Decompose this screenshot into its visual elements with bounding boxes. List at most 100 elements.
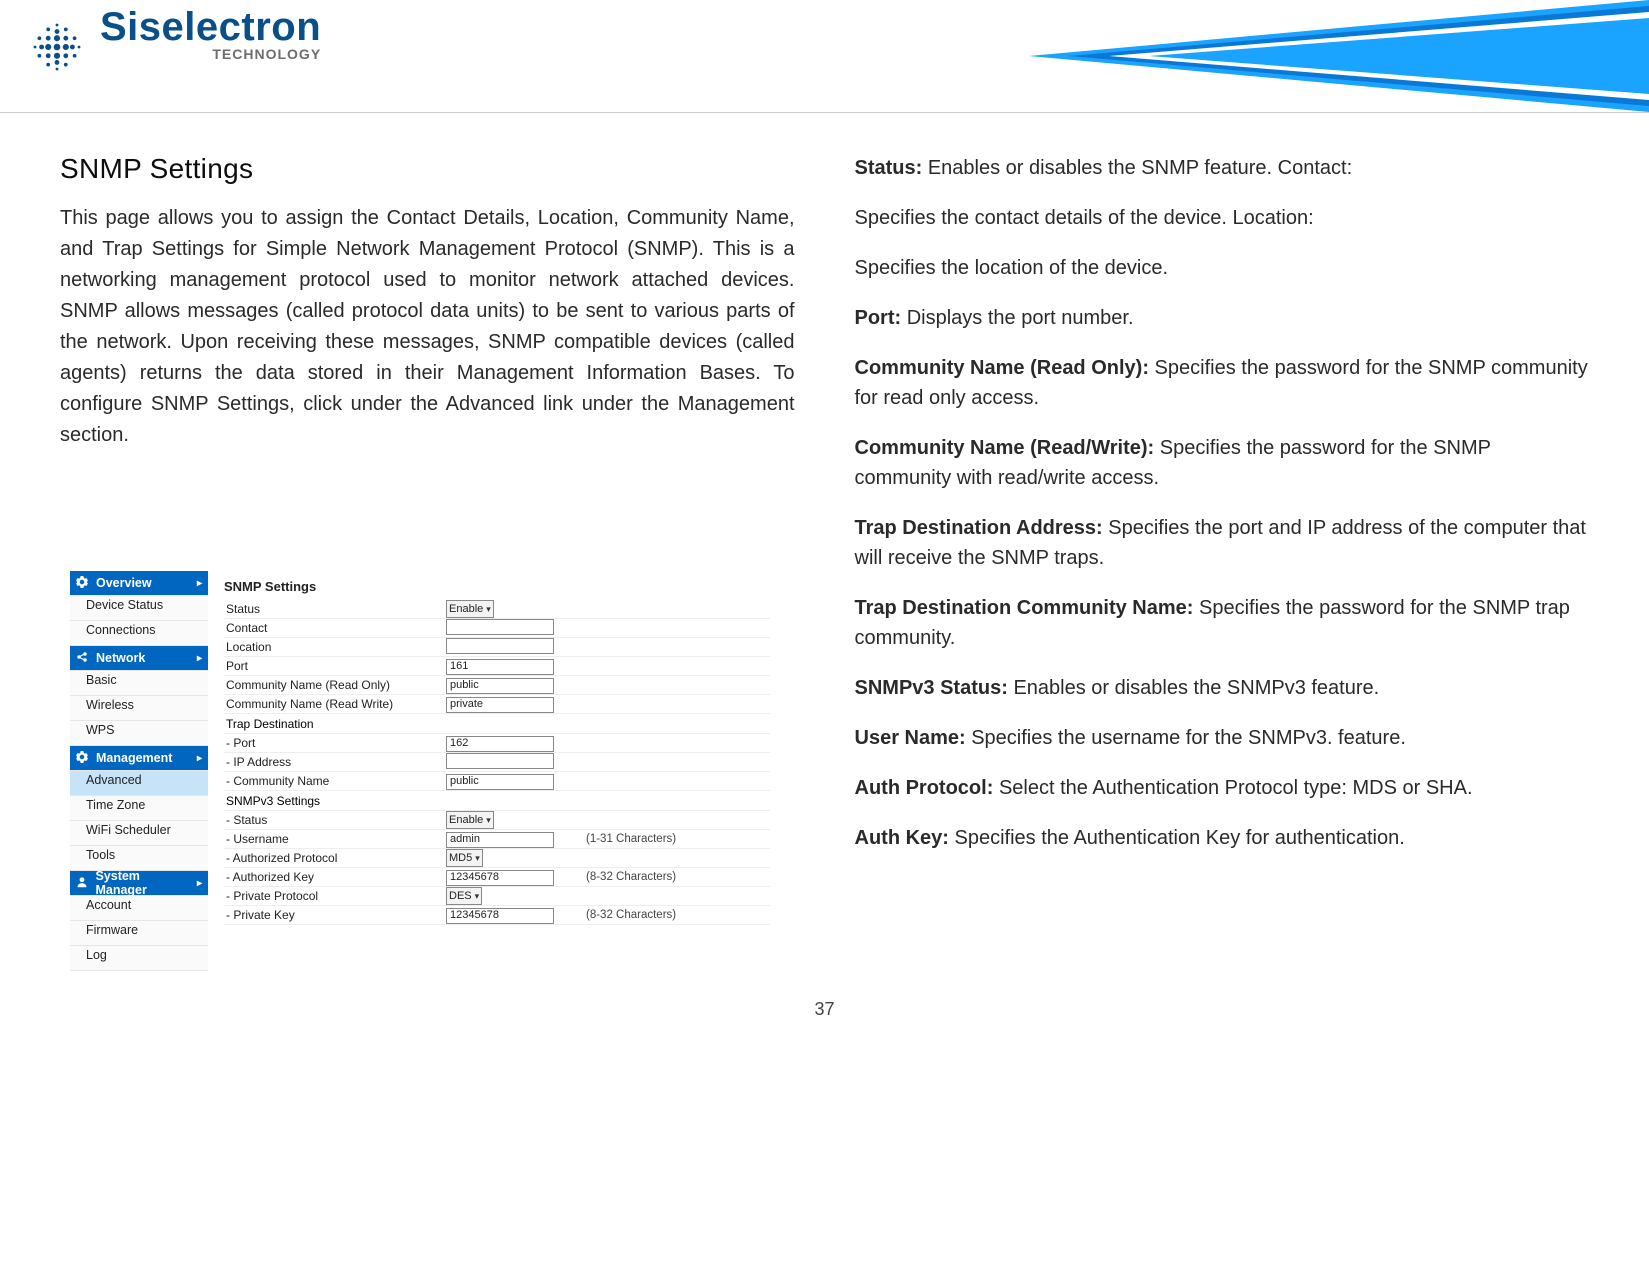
banner-graphic — [1029, 0, 1649, 112]
page-number: 37 — [0, 991, 1649, 1040]
input--ip-address[interactable] — [446, 753, 554, 769]
input--authorized-key[interactable]: 12345678 — [446, 870, 554, 886]
sidebar-header-label: Overview — [96, 576, 152, 590]
sidebar-item-time-zone[interactable]: Time Zone — [70, 796, 208, 821]
definition-term: Port: — [855, 307, 907, 329]
definition-item: Trap Destination Community Name: Specifi… — [855, 593, 1590, 653]
sidebar-header-system-manager[interactable]: System Manager▸ — [70, 871, 208, 896]
definition-item: Port: Displays the port number. — [855, 303, 1590, 333]
field-label: - Private Protocol — [224, 889, 446, 903]
field-label: - IP Address — [224, 755, 446, 769]
definition-item: Specifies the location of the device. — [855, 253, 1590, 283]
page-title: SNMP Settings — [60, 153, 795, 185]
header-banner: Siselectron TECHNOLOGY — [0, 0, 1649, 113]
field-label: - Username — [224, 832, 446, 846]
share-icon — [76, 651, 90, 665]
field-row: Location — [224, 638, 770, 657]
input-contact[interactable] — [446, 619, 554, 635]
field-row: - Port162 — [224, 734, 770, 753]
input--port[interactable]: 162 — [446, 736, 554, 752]
field-row: Contact — [224, 619, 770, 638]
field-row: Community Name (Read Only)public — [224, 676, 770, 695]
definition-body: Enables or disables the SNMP feature. Co… — [928, 157, 1352, 179]
caret-down-icon: ▾ — [475, 891, 480, 902]
field-label: - Private Key — [224, 908, 446, 922]
definition-term: Trap Destination Address: — [855, 517, 1109, 539]
caret-down-icon: ▾ — [486, 815, 491, 826]
sidebar-item-device-status[interactable]: Device Status — [70, 596, 208, 621]
field-row: Community Name (Read Write)private — [224, 695, 770, 714]
brand-logo: Siselectron TECHNOLOGY — [24, 6, 321, 80]
sidebar-item-firmware[interactable]: Firmware — [70, 921, 208, 946]
select--status[interactable]: Enable▾ — [446, 811, 494, 829]
sidebar-item-wifi-scheduler[interactable]: WiFi Scheduler — [70, 821, 208, 846]
caret-down-icon: ▾ — [475, 853, 480, 864]
input-community-name-read-only-[interactable]: public — [446, 678, 554, 694]
sidebar-item-basic[interactable]: Basic — [70, 671, 208, 696]
brand-name: Siselectron — [100, 6, 321, 48]
field-hint: (8-32 Characters) — [566, 871, 676, 883]
sidebar-item-tools[interactable]: Tools — [70, 846, 208, 871]
definition-body: Enables or disables the SNMPv3 feature. — [1013, 677, 1379, 699]
group-trap-destination: Trap Destination — [224, 714, 770, 734]
definition-term: Community Name (Read/Write): — [855, 437, 1160, 459]
definition-item: Auth Key: Specifies the Authentication K… — [855, 823, 1590, 853]
snmp-panel-title: SNMP Settings — [224, 579, 770, 594]
definition-term: Auth Protocol: — [855, 777, 999, 799]
field-label: - Authorized Key — [224, 870, 446, 884]
field-row: - Usernameadmin (1-31 Characters) — [224, 830, 770, 849]
input-community-name-read-write-[interactable]: private — [446, 697, 554, 713]
input--community-name[interactable]: public — [446, 774, 554, 790]
definition-body: Select the Authentication Protocol type:… — [999, 777, 1473, 799]
sidebar-header-network[interactable]: Network▸ — [70, 646, 208, 671]
definition-item: Community Name (Read/Write): Specifies t… — [855, 433, 1590, 493]
gear-icon — [76, 576, 90, 590]
sidebar-item-wireless[interactable]: Wireless — [70, 696, 208, 721]
sidebar-item-account[interactable]: Account — [70, 896, 208, 921]
input-location[interactable] — [446, 638, 554, 654]
select--private-protocol[interactable]: DES▾ — [446, 887, 482, 905]
sidebar-item-wps[interactable]: WPS — [70, 721, 208, 746]
definition-body: Specifies the Authentication Key for aut… — [955, 827, 1405, 849]
definition-body: Specifies the username for the SNMPv3. f… — [971, 727, 1406, 749]
sidebar-item-log[interactable]: Log — [70, 946, 208, 971]
chevron-right-icon: ▸ — [197, 578, 202, 589]
field-row: - Private ProtocolDES▾ — [224, 887, 770, 906]
globe-icon — [24, 14, 90, 80]
field-label: Location — [224, 640, 446, 654]
input--username[interactable]: admin — [446, 832, 554, 848]
field-row: StatusEnable▾ — [224, 600, 770, 619]
sidebar-header-management[interactable]: Management▸ — [70, 746, 208, 771]
field-row: Port161 — [224, 657, 770, 676]
definition-item: Status: Enables or disables the SNMP fea… — [855, 153, 1590, 183]
sidebar-header-overview[interactable]: Overview ▸ — [70, 571, 208, 596]
definition-item: Trap Destination Address: Specifies the … — [855, 513, 1590, 573]
definition-item: Community Name (Read Only): Specifies th… — [855, 353, 1590, 413]
field-row: - Private Key12345678 (8-32 Characters) — [224, 906, 770, 925]
field-hint: (8-32 Characters) — [566, 909, 676, 921]
gear-icon — [76, 751, 90, 765]
definition-term: SNMPv3 Status: — [855, 677, 1014, 699]
field-row: - Authorized ProtocolMD5▾ — [224, 849, 770, 868]
definition-term: Auth Key: — [855, 827, 955, 849]
field-hint: (1-31 Characters) — [566, 833, 676, 845]
sidebar-item-advanced[interactable]: Advanced — [70, 771, 208, 796]
sidebar-item-connections[interactable]: Connections — [70, 621, 208, 646]
definition-term: User Name: — [855, 727, 972, 749]
definition-term: Status: — [855, 157, 928, 179]
field-label: Status — [224, 602, 446, 616]
select-status[interactable]: Enable▾ — [446, 600, 494, 618]
field-row: - StatusEnable▾ — [224, 811, 770, 830]
intro-paragraph: This page allows you to assign the Conta… — [60, 203, 795, 451]
definition-body: Specifies the contact details of the dev… — [855, 207, 1314, 229]
definition-term: Trap Destination Community Name: — [855, 597, 1200, 619]
input--private-key[interactable]: 12345678 — [446, 908, 554, 924]
input-port[interactable]: 161 — [446, 659, 554, 675]
definition-term: Community Name (Read Only): — [855, 357, 1155, 379]
definition-item: SNMPv3 Status: Enables or disables the S… — [855, 673, 1590, 703]
field-label: - Port — [224, 736, 446, 750]
select--authorized-protocol[interactable]: MD5▾ — [446, 849, 483, 867]
definition-body: Displays the port number. — [907, 307, 1134, 329]
definitions-column: Status: Enables or disables the SNMP fea… — [855, 153, 1590, 971]
sidebar-header-label: Network — [96, 651, 145, 665]
